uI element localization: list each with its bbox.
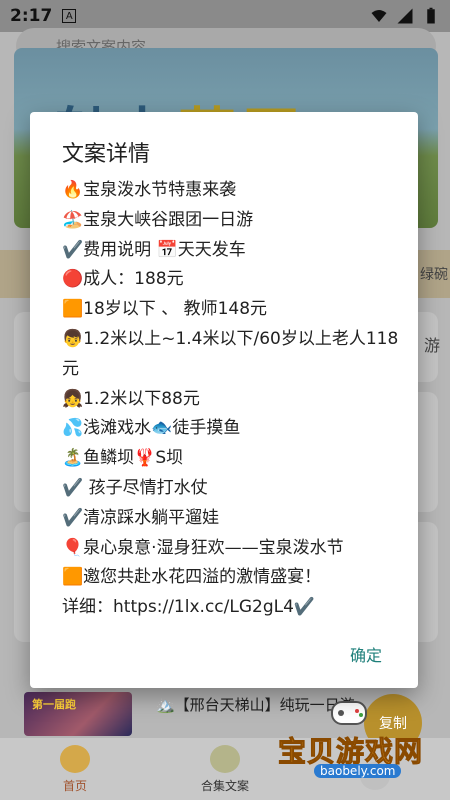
- dialog-line: 🏖️宝泉大峡谷跟团一日游: [62, 209, 254, 230]
- dialog-line: 🏝️鱼鳞坝🦞S坝: [62, 448, 184, 469]
- dialog-body: 🔥宝泉泼水节特惠来袭 🏖️宝泉大峡谷跟团一日游 ✔️费用说明 📅天天发车 🔴成人…: [62, 176, 402, 623]
- dialog-line: 🔴成人：188元: [62, 269, 184, 290]
- dialog-line: 🎈泉心泉意·湿身狂欢——宝泉泼水节: [62, 537, 344, 558]
- dialog-line: 详细：https://1lx.cc/LG2gL4✔️: [62, 597, 316, 618]
- confirm-button[interactable]: 确定: [350, 642, 382, 666]
- dialog-line: 👧1.2米以下88元: [62, 388, 200, 409]
- copy-detail-dialog: 文案详情 🔥宝泉泼水节特惠来袭 🏖️宝泉大峡谷跟团一日游 ✔️费用说明 📅天天发…: [30, 112, 418, 688]
- dialog-line: ✔️ 孩子尽情打水仗: [62, 477, 208, 498]
- dialog-line: 🟧18岁以下 、 教师148元: [62, 299, 268, 320]
- dialog-line: ✔️清凉踩水躺平遛娃: [62, 507, 220, 528]
- dialog-line: ✔️费用说明 📅天天发车: [62, 239, 246, 260]
- dialog-line: 🟧邀您共赴水花四溢的激情盛宴！: [62, 567, 322, 588]
- dialog-line: 🔥宝泉泼水节特惠来袭: [62, 180, 237, 200]
- dialog-line: 💦浅滩戏水🐟徒手摸鱼: [62, 418, 241, 439]
- dialog-title: 文案详情: [62, 142, 151, 167]
- dialog-line: 👦1.2米以上~1.4米以下/60岁以上老人118元: [62, 328, 399, 379]
